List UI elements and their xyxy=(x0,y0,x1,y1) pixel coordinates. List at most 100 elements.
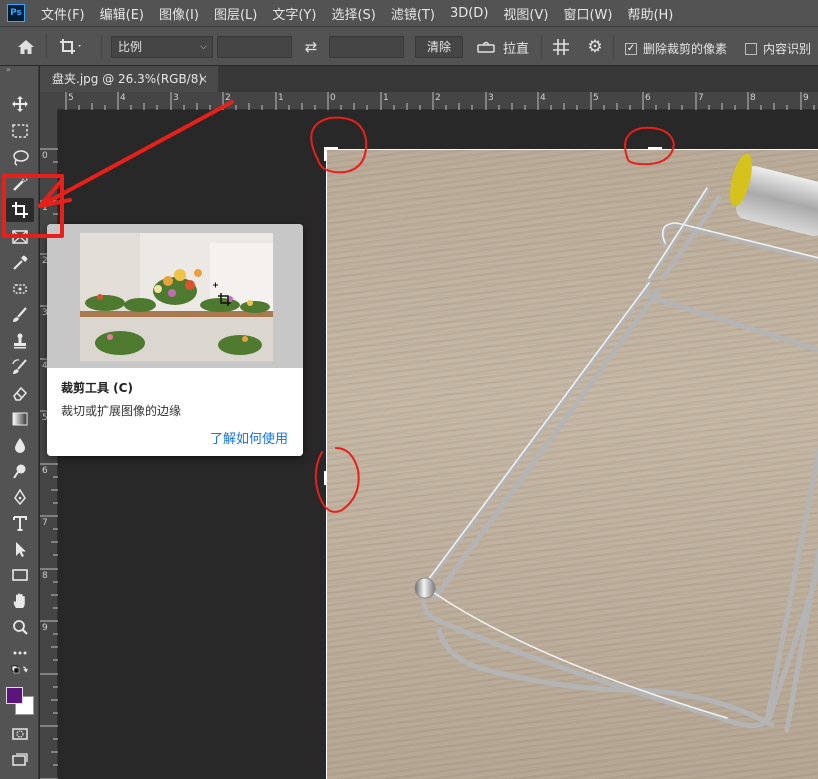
straighten-label: 拉直 xyxy=(503,41,530,57)
menu-select[interactable]: 选择(S) xyxy=(331,4,375,23)
plate-clip-illustration xyxy=(414,153,818,733)
delete-cropped-checkbox[interactable]: ✓ 删除裁剪的像素 xyxy=(625,40,727,57)
hand-tool-icon[interactable] xyxy=(6,589,34,613)
brush-tool-icon[interactable] xyxy=(6,303,34,327)
swap-colors-icon[interactable] xyxy=(6,664,34,682)
ruler-label: 3 xyxy=(173,93,179,103)
ruler-label: 6 xyxy=(645,93,651,103)
home-icon[interactable] xyxy=(16,38,36,56)
ruler-label: 2 xyxy=(225,93,231,103)
crop-tool-icon[interactable] xyxy=(6,198,34,222)
ruler-label: 6 xyxy=(42,466,48,476)
clone-stamp-tool-icon[interactable] xyxy=(6,329,34,353)
menu-window[interactable]: 窗口(W) xyxy=(563,4,612,23)
ruler-label: 8 xyxy=(42,571,48,581)
ruler-label: 4 xyxy=(120,93,126,103)
ruler-label: 7 xyxy=(42,518,48,528)
grid-overlay-icon[interactable] xyxy=(551,37,571,57)
horizontal-ruler[interactable]: 5 4 3 2 1 0 1 2 3 4 5 6 7 8 9 xyxy=(58,92,818,110)
ruler-label: 3 xyxy=(488,93,494,103)
menu-bar: Ps 文件(F) 编辑(E) 图像(I) 图层(L) 文字(Y) 选择(S) 滤… xyxy=(0,0,818,26)
tooltip-description: 裁切或扩展图像的边缘 xyxy=(61,404,182,418)
document-image[interactable] xyxy=(326,149,818,779)
menu-view[interactable]: 视图(V) xyxy=(503,4,548,23)
height-input[interactable] xyxy=(329,36,404,58)
level-icon xyxy=(477,41,495,53)
menu-file[interactable]: 文件(F) xyxy=(41,4,85,23)
ruler-origin[interactable] xyxy=(40,92,58,110)
ruler-label: 8 xyxy=(750,93,756,103)
zoom-tool-icon[interactable] xyxy=(6,615,34,639)
width-input[interactable] xyxy=(217,36,292,58)
ruler-label: 0 xyxy=(42,151,48,161)
tooltip-preview-image xyxy=(80,233,273,361)
menu-type[interactable]: 文字(Y) xyxy=(272,4,316,23)
learn-how-link[interactable]: 了解如何使用 xyxy=(210,428,288,447)
ruler-label: 9 xyxy=(42,623,48,633)
close-icon[interactable]: × xyxy=(198,66,208,92)
straighten-button[interactable]: 拉直 xyxy=(477,38,537,57)
rectangle-tool-icon[interactable] xyxy=(6,563,34,587)
crop-handle-top-left[interactable] xyxy=(324,147,327,161)
tools-panel: » xyxy=(0,66,39,779)
options-bar: 比例 ⌵ ⇄ 清除 拉直 ⚙ ✓ 删除裁剪的像素 内容识别 xyxy=(0,26,818,66)
ruler-label: 4 xyxy=(540,93,546,103)
history-brush-tool-icon[interactable] xyxy=(6,355,34,379)
menu-3d[interactable]: 3D(D) xyxy=(450,6,488,21)
checkbox-checked-icon: ✓ xyxy=(625,42,637,55)
divider xyxy=(541,35,542,59)
eraser-tool-icon[interactable] xyxy=(6,381,34,405)
foreground-color-swatch[interactable] xyxy=(6,687,23,704)
clear-button[interactable]: 清除 xyxy=(415,36,463,58)
quick-mask-icon[interactable] xyxy=(6,722,34,746)
crop-handle-left[interactable] xyxy=(324,471,327,485)
gear-icon[interactable]: ⚙ xyxy=(585,37,605,57)
type-tool-icon[interactable] xyxy=(6,511,34,535)
delete-cropped-label: 删除裁剪的像素 xyxy=(643,42,728,56)
path-selection-tool-icon[interactable] xyxy=(6,537,34,561)
divider xyxy=(46,35,47,59)
menu-layer[interactable]: 图层(L) xyxy=(214,4,257,23)
ruler-label: 1 xyxy=(42,203,48,213)
chevron-down-icon: ⌵ xyxy=(200,42,207,52)
frame-tool-icon[interactable] xyxy=(6,225,34,249)
dodge-tool-icon[interactable] xyxy=(6,459,34,483)
crop-icon xyxy=(60,39,81,54)
crop-handle-top[interactable] xyxy=(648,147,662,150)
menu-help[interactable]: 帮助(H) xyxy=(627,4,673,23)
screen-mode-icon[interactable] xyxy=(6,748,34,772)
menu-edit[interactable]: 编辑(E) xyxy=(100,4,144,23)
menu-image[interactable]: 图像(I) xyxy=(159,4,199,23)
ratio-select[interactable]: 比例 ⌵ xyxy=(111,36,213,58)
ruler-label: 2 xyxy=(435,93,441,103)
eyedropper-tool-icon[interactable] xyxy=(6,251,34,275)
lasso-tool-icon[interactable] xyxy=(6,146,34,170)
healing-brush-tool-icon[interactable] xyxy=(6,277,34,301)
quick-selection-tool-icon[interactable] xyxy=(6,172,34,196)
panel-collapse-icon[interactable]: » xyxy=(0,66,38,76)
tooltip-title: 裁剪工具 (C) xyxy=(61,381,133,395)
ratio-value: 比例 xyxy=(118,40,143,54)
blur-tool-icon[interactable] xyxy=(6,433,34,457)
ruler-label: 5 xyxy=(593,93,599,103)
tooltip-preview xyxy=(47,224,303,368)
pen-tool-icon[interactable] xyxy=(6,485,34,509)
ruler-label: 1 xyxy=(278,93,284,103)
crop-preset-picker[interactable] xyxy=(58,37,82,57)
marquee-tool-icon[interactable] xyxy=(6,119,34,143)
ruler-label: 7 xyxy=(698,93,704,103)
content-aware-label: 内容识别 xyxy=(763,42,812,56)
more-tools-icon[interactable] xyxy=(6,641,34,665)
gradient-tool-icon[interactable] xyxy=(6,407,34,431)
ruler-label: 1 xyxy=(383,93,389,103)
menu-filter[interactable]: 滤镜(T) xyxy=(391,4,435,23)
document-tab-bar: 盘夹.jpg @ 26.3%(RGB/8) × xyxy=(40,66,818,92)
move-tool-icon[interactable] xyxy=(6,92,34,116)
crop-tool-tooltip: 裁剪工具 (C) 裁切或扩展图像的边缘 了解如何使用 xyxy=(47,224,303,456)
checkbox-unchecked-icon xyxy=(745,42,757,55)
swap-icon[interactable]: ⇄ xyxy=(301,38,321,56)
photoshop-logo[interactable]: Ps xyxy=(7,4,25,22)
document-tab[interactable]: 盘夹.jpg @ 26.3%(RGB/8) × xyxy=(40,66,218,92)
ruler-label: 9 xyxy=(803,93,809,103)
content-aware-checkbox[interactable]: 内容识别 xyxy=(745,40,811,57)
